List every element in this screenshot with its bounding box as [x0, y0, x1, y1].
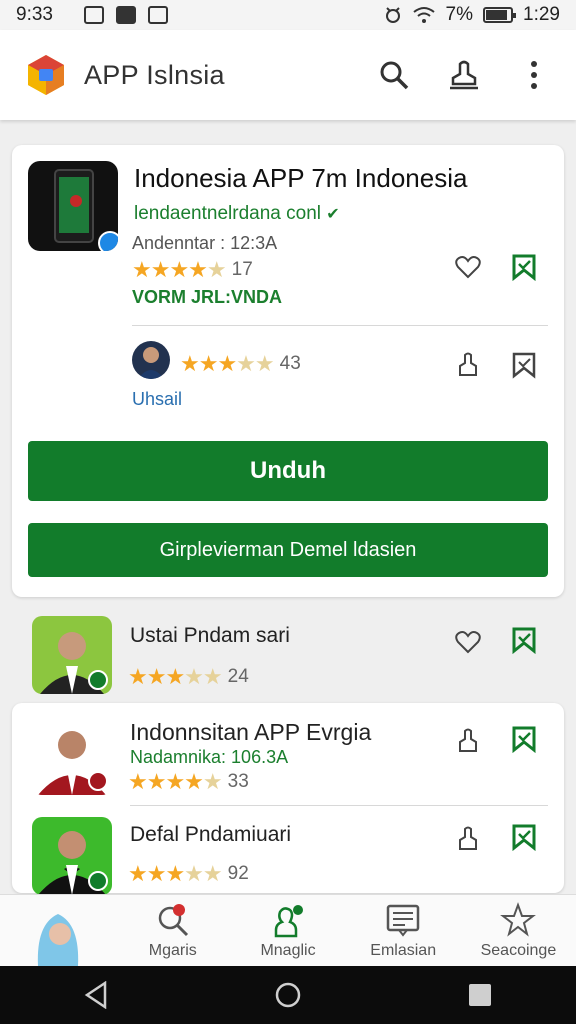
wifi-icon: [412, 7, 435, 23]
featured-app-card[interactable]: Indonesia APP 7m Indonesia lendaentnelrd…: [12, 145, 564, 597]
status-clock: 1:29: [523, 4, 560, 25]
badge-icon: [88, 771, 108, 791]
star-icon: [500, 902, 537, 937]
notification-icon: [116, 6, 136, 24]
star-rating-icon: ★★★★★: [180, 351, 275, 376]
share-button[interactable]: [454, 351, 482, 379]
gallery-icon: [84, 6, 104, 24]
reviewer-avatar: [132, 341, 170, 379]
check-icon: ✔: [326, 206, 340, 223]
divider: [132, 325, 548, 326]
list-item[interactable]: Ustai Pndam sari ★★★★★ 24: [12, 610, 564, 698]
more-options-button[interactable]: [516, 57, 552, 93]
app-title: APP Islnsia: [84, 59, 225, 90]
item-title: Defal Pndamiuari: [130, 823, 292, 846]
app-notification-icon: [148, 6, 168, 24]
item-title: Indonnsitan APP Evrgia: [130, 719, 372, 745]
secondary-action-button[interactable]: Girplevierman Demel ldasien: [28, 523, 548, 577]
battery-icon: [483, 7, 517, 23]
search-location-icon: [158, 904, 188, 937]
app-name: Indonesia APP 7m Indonesia: [134, 163, 468, 193]
app-avatar: [32, 616, 112, 694]
person-add-icon: [274, 905, 303, 938]
app-tag: VORM JRL:VNDA: [132, 287, 283, 307]
bookmark-button[interactable]: [510, 351, 538, 379]
nav-item-mgaris[interactable]: Mgaris: [115, 895, 230, 966]
search-button[interactable]: [376, 57, 412, 93]
divider: [130, 805, 548, 806]
home-icon[interactable]: [274, 981, 302, 1009]
review-rating: ★★★★★ 43: [180, 351, 301, 376]
item-rating: ★★★★★ 33: [128, 769, 249, 794]
app-meta: Andenntar : 12:3A: [132, 233, 278, 253]
back-icon[interactable]: [83, 981, 109, 1009]
bookmark-button[interactable]: [510, 725, 538, 753]
share-button[interactable]: [454, 727, 482, 755]
star-rating-icon: ★★★★★: [128, 664, 223, 689]
developer-name[interactable]: lendaentnelrdana conl ✔: [134, 203, 340, 225]
more-vert-icon: [531, 61, 537, 89]
favorite-button[interactable]: [454, 628, 482, 656]
battery-percent: 7%: [445, 4, 474, 25]
star-rating-icon: ★★★★★: [128, 769, 223, 794]
bottom-navigation: Mgaris Mnaglic Emlasian Seacoinge: [0, 894, 576, 966]
bookmark-button[interactable]: [510, 626, 538, 654]
share-button[interactable]: [446, 57, 482, 93]
status-bar: 9:33 7% 1:29: [0, 0, 576, 30]
profile-avatar: [37, 914, 78, 966]
news-icon: [386, 904, 420, 937]
star-rating-icon: ★★★★★: [132, 257, 227, 282]
item-subtitle: Nadamnika: 106.3A: [130, 747, 289, 767]
verified-badge-icon: [98, 231, 118, 251]
share-button[interactable]: [454, 825, 482, 853]
bookmark-button[interactable]: [510, 823, 538, 851]
star-rating-icon: ★★★★★: [128, 861, 223, 886]
alarm-icon: [385, 7, 400, 23]
app-avatar: [32, 817, 112, 895]
search-icon: [380, 61, 409, 90]
nav-item-seacoinge[interactable]: Seacoinge: [461, 895, 576, 966]
system-nav-bar: [0, 966, 576, 1024]
item-rating: ★★★★★ 92: [128, 861, 249, 886]
rating: ★★★★★ 17: [132, 257, 253, 282]
app-list-card: Indonnsitan APP Evrgia Nadamnika: 106.3A…: [12, 703, 564, 895]
nav-item-mnaglic[interactable]: Mnaglic: [230, 895, 345, 966]
item-title: Ustai Pndam sari: [130, 624, 290, 647]
app-logo-icon: [28, 55, 64, 95]
recents-icon[interactable]: [467, 982, 493, 1008]
nav-item-emlasian[interactable]: Emlasian: [346, 895, 461, 966]
verified-badge-icon: [88, 670, 108, 690]
app-avatar: [32, 717, 112, 795]
nav-item-profile[interactable]: [0, 895, 115, 966]
item-rating: ★★★★★ 24: [128, 664, 249, 689]
review-link[interactable]: Uhsail: [132, 389, 182, 410]
status-time: 9:33: [16, 4, 53, 25]
app-icon: [28, 161, 118, 251]
share-icon: [450, 60, 478, 90]
app-bar: APP Islnsia: [0, 30, 576, 120]
download-button[interactable]: Unduh: [28, 441, 548, 501]
phone-icon: [54, 169, 94, 243]
bookmark-button[interactable]: [510, 253, 538, 281]
verified-badge-icon: [88, 871, 108, 891]
favorite-button[interactable]: [454, 253, 482, 281]
